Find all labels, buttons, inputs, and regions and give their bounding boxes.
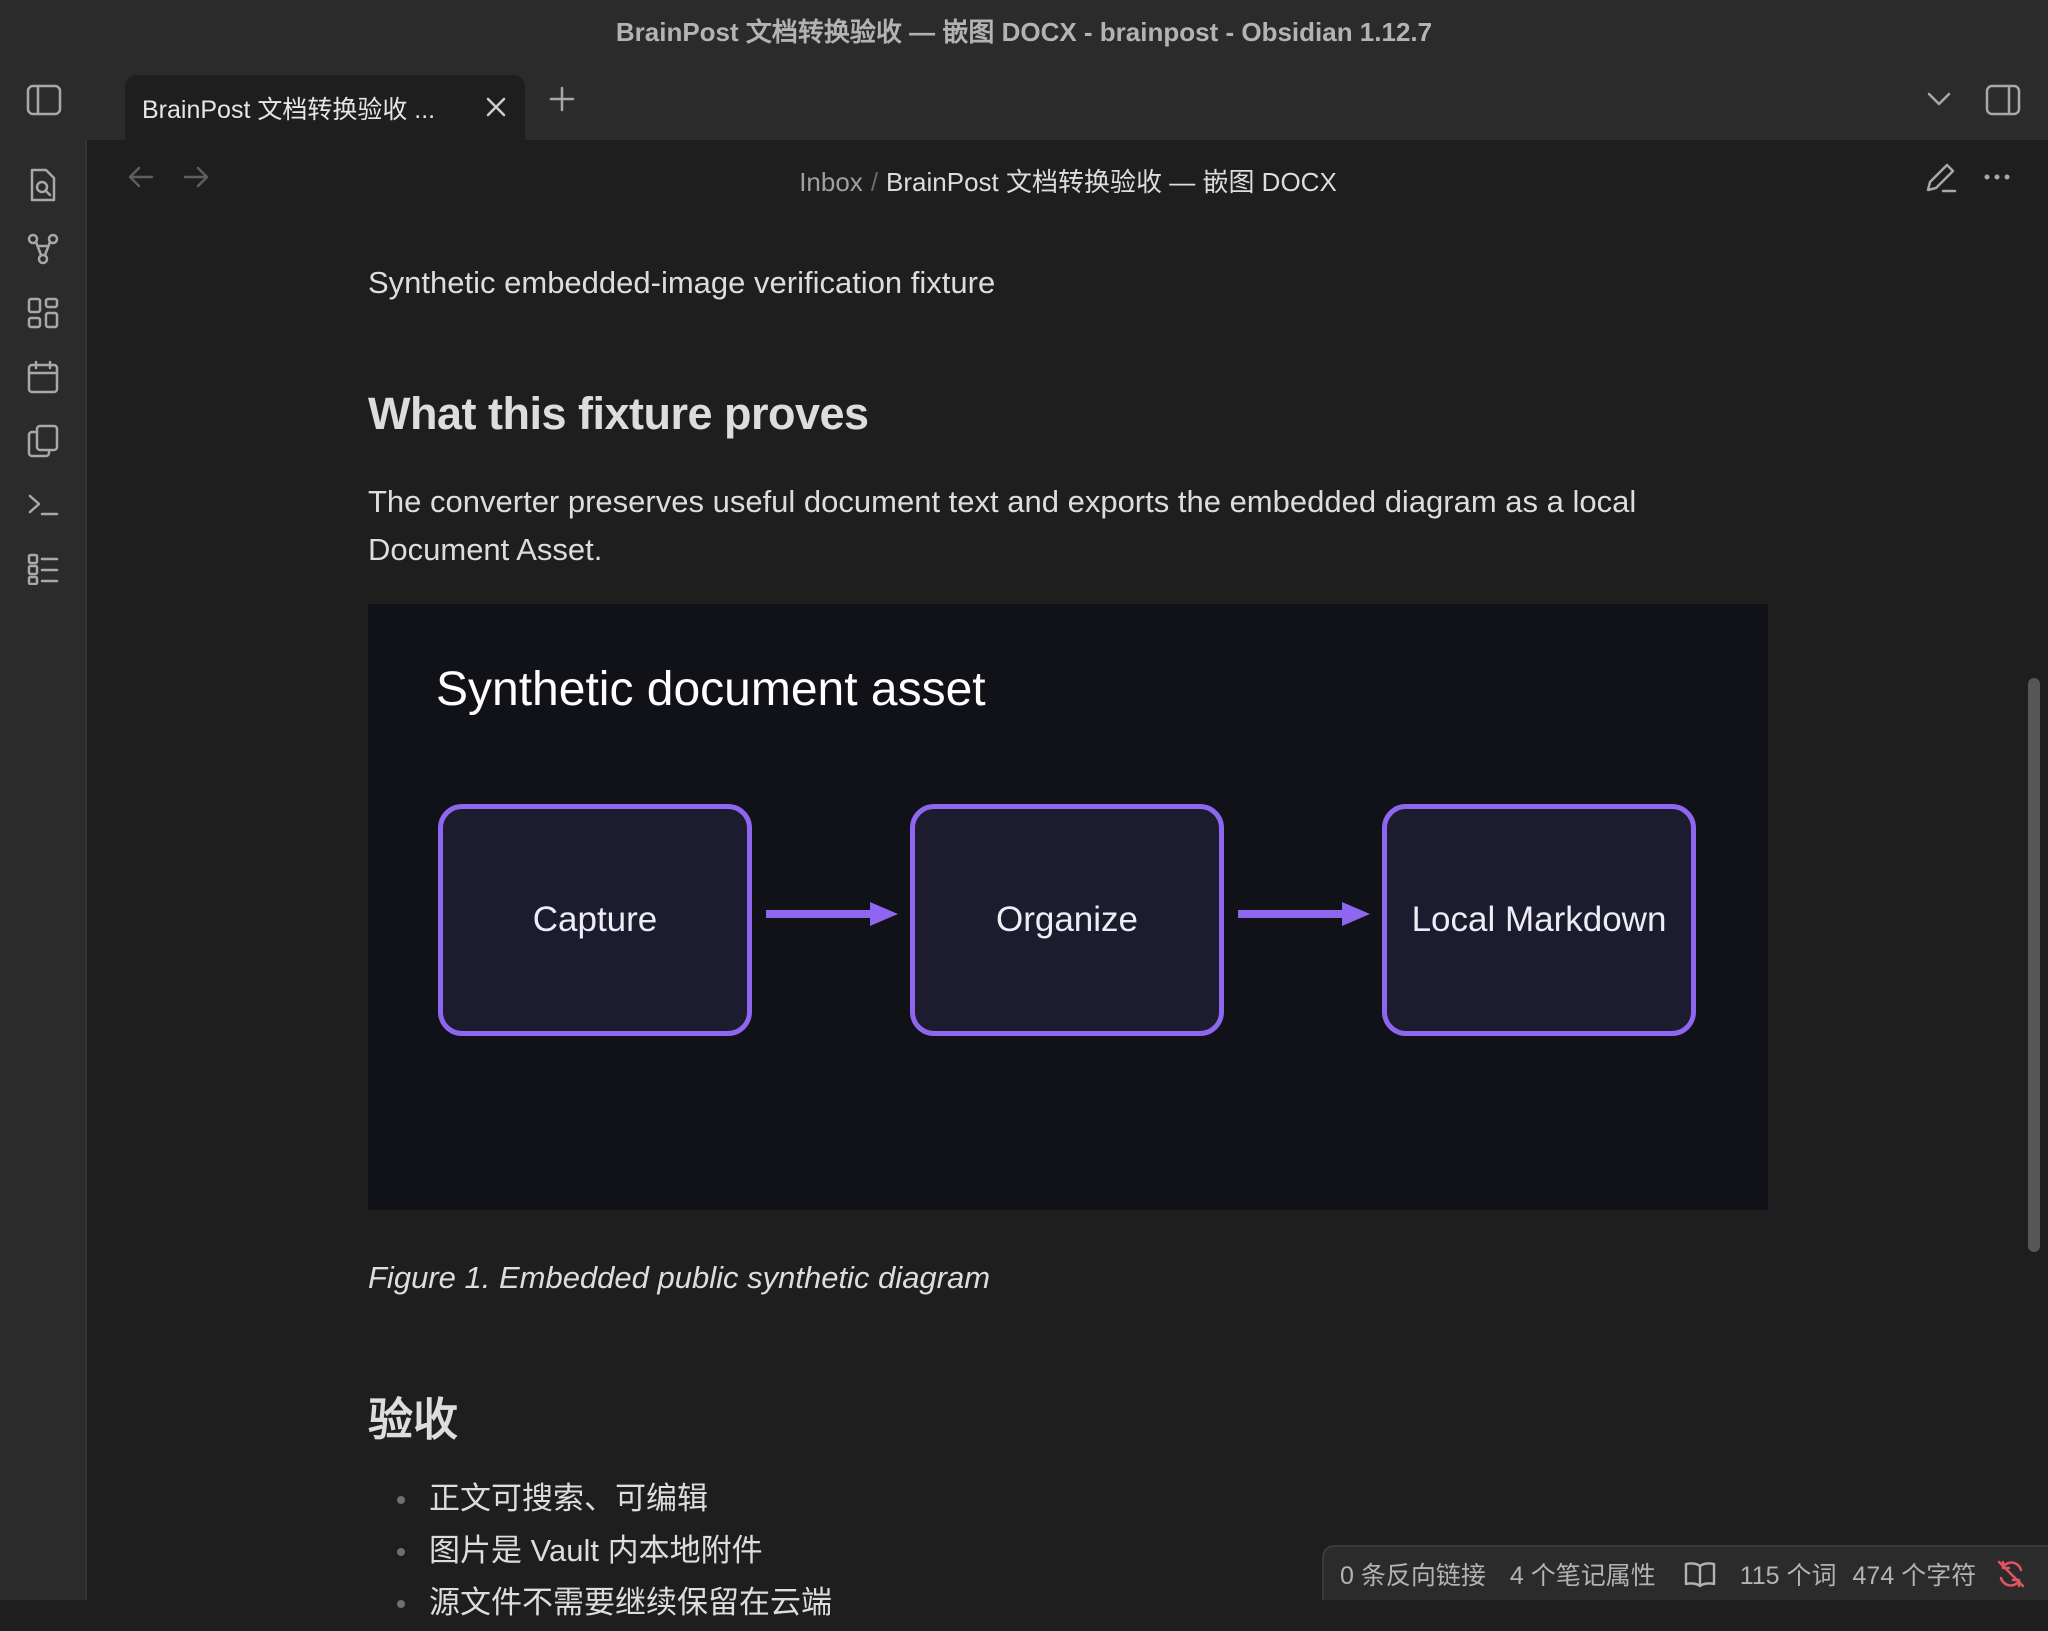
embedded-diagram-image: Synthetic document asset Capture Organiz… [368,604,1768,1210]
list-item: 源文件不需要继续保留在云端 [368,1579,832,1631]
sync-error-icon[interactable] [1996,1559,2026,1589]
status-bar: 0 条反向链接 4 个笔记属性 115 个词 474 个字符 [1322,1545,2048,1600]
word-count: 115 个词 [1739,1561,1837,1590]
breadcrumb-note-title[interactable]: BrainPost 文档转换验收 — 嵌图 DOCX [886,167,1337,197]
tab-title: BrainPost 文档转换验收 ... [142,95,436,124]
graph-view-icon[interactable] [20,226,66,272]
heading-what-fixture-proves: What this fixture proves [368,388,869,439]
breadcrumb-separator: / [870,167,879,197]
window-titlebar: BrainPost 文档转换验收 — 嵌图 DOCX - brainpost -… [0,0,2048,60]
diagram-node-organize: Organize [910,804,1224,1036]
calendar-icon[interactable] [20,354,66,400]
list-item: 正文可搜索、可编辑 [368,1475,832,1527]
document-paragraph: The converter preserves useful document … [368,484,1637,567]
left-ribbon [0,140,87,1600]
edit-pencil-icon[interactable] [1922,158,1960,196]
search-icon[interactable] [20,162,66,208]
sidebar-toggle-left-icon[interactable] [22,80,66,120]
scrollbar-thumb[interactable] [2028,678,2040,1252]
view-header: Inbox / BrainPost 文档转换验收 — 嵌图 DOCX [88,140,2048,215]
close-icon[interactable] [483,94,509,120]
diagram-arrow [1238,902,1370,926]
document-subtitle: Synthetic embedded-image verification fi… [368,265,996,300]
properties-count[interactable]: 4 个笔记属性 [1510,1556,1656,1592]
list-icon[interactable] [20,546,66,592]
acceptance-list: 正文可搜索、可编辑 图片是 Vault 内本地附件 源文件不需要继续保留在云端 [368,1475,832,1631]
window-title: BrainPost 文档转换验收 — 嵌图 DOCX - brainpost -… [615,16,1433,47]
terminal-icon[interactable] [20,482,66,528]
backlinks-count[interactable]: 0 条反向链接 [1340,1556,1486,1592]
breadcrumb-folder[interactable]: Inbox [799,167,863,197]
character-count: 474 个字符 [1852,1561,1977,1590]
diagram-node-local-markdown: Local Markdown [1382,804,1696,1036]
more-options-icon[interactable] [1978,158,2016,196]
copy-icon[interactable] [20,418,66,464]
tab-bar: BrainPost 文档转换验收 ... [0,60,2048,140]
new-tab-plus-icon[interactable] [545,82,579,116]
tab-note[interactable]: BrainPost 文档转换验收 ... [125,75,525,140]
sidebar-toggle-right-icon[interactable] [1981,80,2025,120]
breadcrumb: Inbox / BrainPost 文档转换验收 — 嵌图 DOCX [88,162,2048,199]
diagram-arrow [766,902,898,926]
heading-acceptance: 验收 [368,1394,459,1445]
tab-list-chevron-down-icon[interactable] [1924,84,1954,114]
diagram-node-capture: Capture [438,804,752,1036]
list-item: 图片是 Vault 内本地附件 [368,1527,832,1579]
reading-mode-book-icon[interactable] [1684,1560,1716,1588]
diagram-title: Synthetic document asset [436,663,986,716]
canvas-icon[interactable] [20,290,66,336]
figure-caption: Figure 1. Embedded public synthetic diag… [368,1260,991,1295]
